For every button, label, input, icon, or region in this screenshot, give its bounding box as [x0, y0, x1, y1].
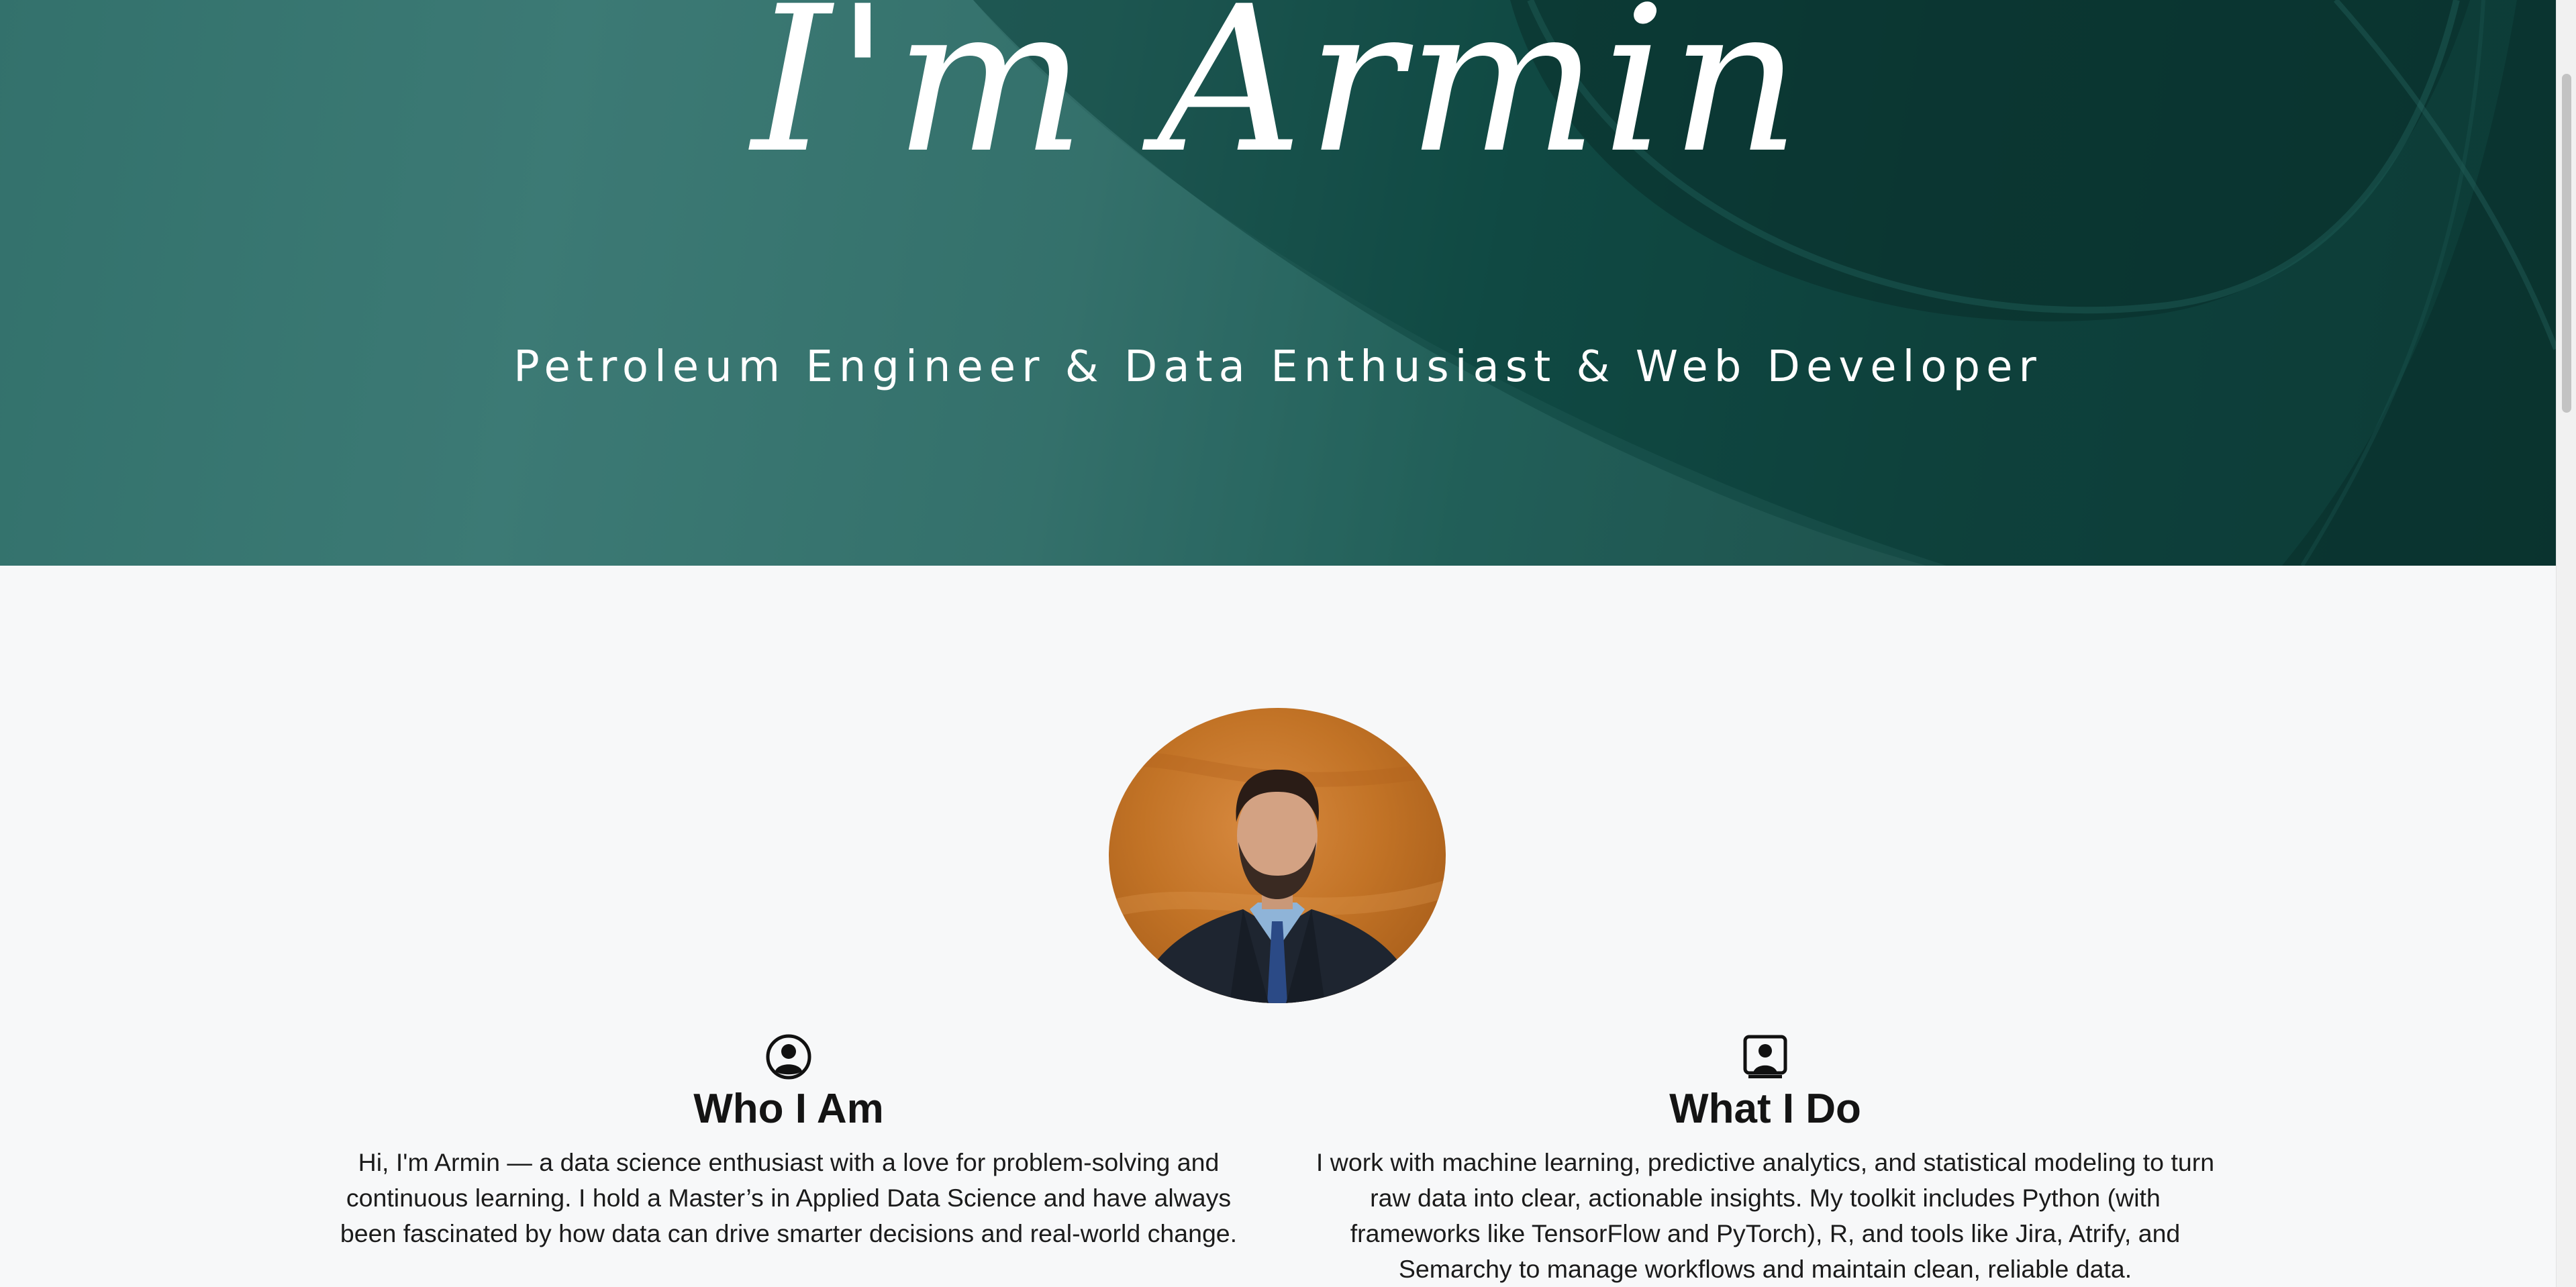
profile-photo [1109, 752, 1446, 1003]
person-circle-icon [766, 1034, 811, 1080]
what-i-do-title: What I Do [1669, 1086, 1861, 1132]
what-i-do-text: I work with machine learning, predictive… [1316, 1148, 2215, 1283]
hero-title: I'm Armin [751, 0, 1805, 197]
hero-banner: I'm Armin Petroleum Engineer & Data Enth… [0, 0, 2556, 566]
scrollbar-thumb[interactable] [2562, 74, 2571, 413]
page-scrollbar[interactable] [2556, 0, 2576, 1287]
who-i-am-section: Who I Am Hi, I'm Armin — a data science … [332, 1033, 1245, 1251]
person-video-icon [1743, 1035, 1787, 1078]
hero-subtitle: Petroleum Engineer & Data Enthusiast & W… [513, 342, 2042, 392]
who-i-am-title: Who I Am [693, 1086, 884, 1132]
profile-avatar [1109, 708, 1446, 1003]
page-viewport: I'm Armin Petroleum Engineer & Data Enth… [0, 0, 2556, 1287]
what-i-do-section: What I Do I work with machine learning, … [1302, 1033, 2228, 1287]
who-i-am-text: Hi, I'm Armin — a data science enthusias… [340, 1148, 1238, 1247]
